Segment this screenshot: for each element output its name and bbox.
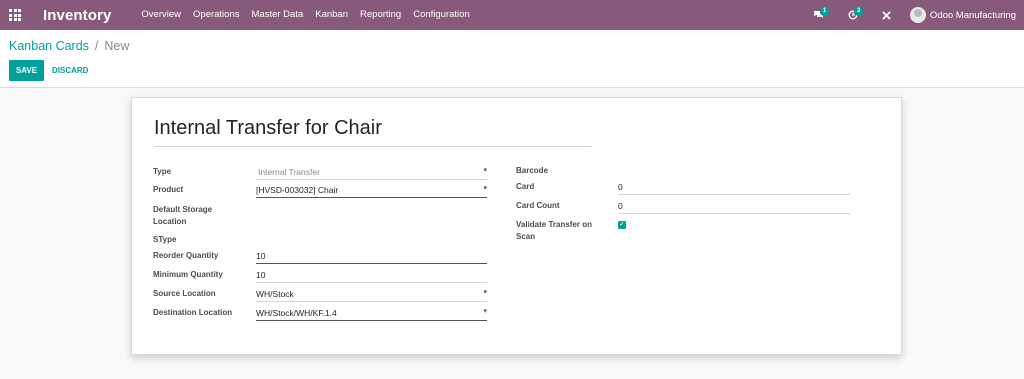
card-label: Card (516, 182, 535, 191)
validate-transfer-label: Validate Transfer on Scan (516, 219, 592, 243)
menu-operations[interactable]: Operations (187, 0, 245, 30)
discard-button[interactable]: DISCARD (52, 60, 88, 81)
debug-close-button[interactable] (870, 0, 904, 30)
minimum-quantity-value: 10 (256, 269, 266, 280)
default-storage-label-line1: Default Storage (153, 205, 213, 214)
minimum-quantity-label: Minimum Quantity (153, 270, 223, 279)
validate-transfer-label-line2: Scan (516, 232, 536, 241)
checkmark-icon: ✓ (619, 221, 625, 228)
top-navbar: Inventory Overview Operations Master Dat… (0, 0, 1024, 30)
type-select[interactable]: Internal Transfer (256, 164, 487, 180)
menu-reporting[interactable]: Reporting (354, 0, 407, 30)
source-location-value: WH/Stock (256, 288, 294, 299)
user-name: Odoo Manufacturing (929, 9, 1016, 21)
default-storage-label-line2: Location (153, 217, 187, 226)
close-icon (882, 10, 892, 20)
form-sheet: Internal Transfer for Chair Type Interna… (131, 97, 902, 355)
reorder-quantity-input[interactable]: 10 (256, 248, 487, 264)
menu-overview[interactable]: Overview (135, 0, 187, 30)
type-label: Type (153, 167, 172, 176)
card-count-input[interactable]: 0 (618, 198, 850, 214)
barcode-label: Barcode (516, 166, 549, 175)
card-value: 0 (618, 181, 623, 192)
breadcrumb-current: New (104, 39, 130, 53)
destination-location-select[interactable]: WH/Stock/WH/KF.1.4 (256, 305, 487, 321)
apps-menu-button[interactable] (0, 0, 30, 30)
stype-label: SType (153, 235, 177, 244)
app-name[interactable]: Inventory (43, 7, 111, 24)
product-value: [HVSD-003032] Chair (256, 184, 339, 195)
product-select[interactable]: [HVSD-003032] Chair (256, 182, 487, 198)
messaging-button[interactable]: 1 (802, 0, 836, 30)
breadcrumb-separator: / (94, 39, 99, 53)
destination-location-label: Destination Location (153, 308, 233, 317)
page-title: Internal Transfer for Chair (154, 117, 382, 139)
activities-badge: 3 (853, 7, 864, 16)
user-menu[interactable]: Odoo Manufacturing (904, 0, 1024, 30)
main-menu: Overview Operations Master Data Kanban R… (135, 0, 475, 30)
card-input[interactable]: 0 (618, 179, 850, 195)
type-value: Internal Transfer (258, 166, 320, 177)
menu-kanban[interactable]: Kanban (309, 0, 354, 30)
validate-transfer-label-line1: Validate Transfer on (516, 220, 593, 229)
card-count-label: Card Count (516, 201, 560, 210)
activities-button[interactable]: 3 (836, 0, 870, 30)
breadcrumb: Kanban Cards / New (9, 39, 129, 53)
control-panel: Kanban Cards / New SAVE DISCARD (0, 30, 1024, 88)
avatar (909, 7, 926, 23)
destination-location-value: WH/Stock/WH/KF.1.4 (256, 307, 337, 318)
messages-badge: 1 (819, 7, 830, 16)
default-storage-label: Default Storage Location (153, 204, 212, 228)
menu-configuration[interactable]: Configuration (407, 0, 476, 30)
card-count-value: 0 (618, 200, 623, 211)
reorder-quantity-label: Reorder Quantity (153, 251, 219, 260)
source-location-select[interactable]: WH/Stock (256, 286, 487, 302)
title-field[interactable]: Internal Transfer for Chair (154, 117, 591, 147)
minimum-quantity-input[interactable]: 10 (256, 267, 487, 283)
breadcrumb-kanban-cards[interactable]: Kanban Cards (9, 39, 89, 53)
menu-master-data[interactable]: Master Data (246, 0, 310, 30)
source-location-label: Source Location (153, 289, 216, 298)
validate-transfer-checkbox[interactable]: ✓ (618, 221, 626, 229)
reorder-quantity-value: 10 (256, 250, 266, 261)
product-label: Product (153, 185, 184, 194)
save-button[interactable]: SAVE (9, 60, 44, 81)
apps-grid-icon (9, 9, 21, 21)
